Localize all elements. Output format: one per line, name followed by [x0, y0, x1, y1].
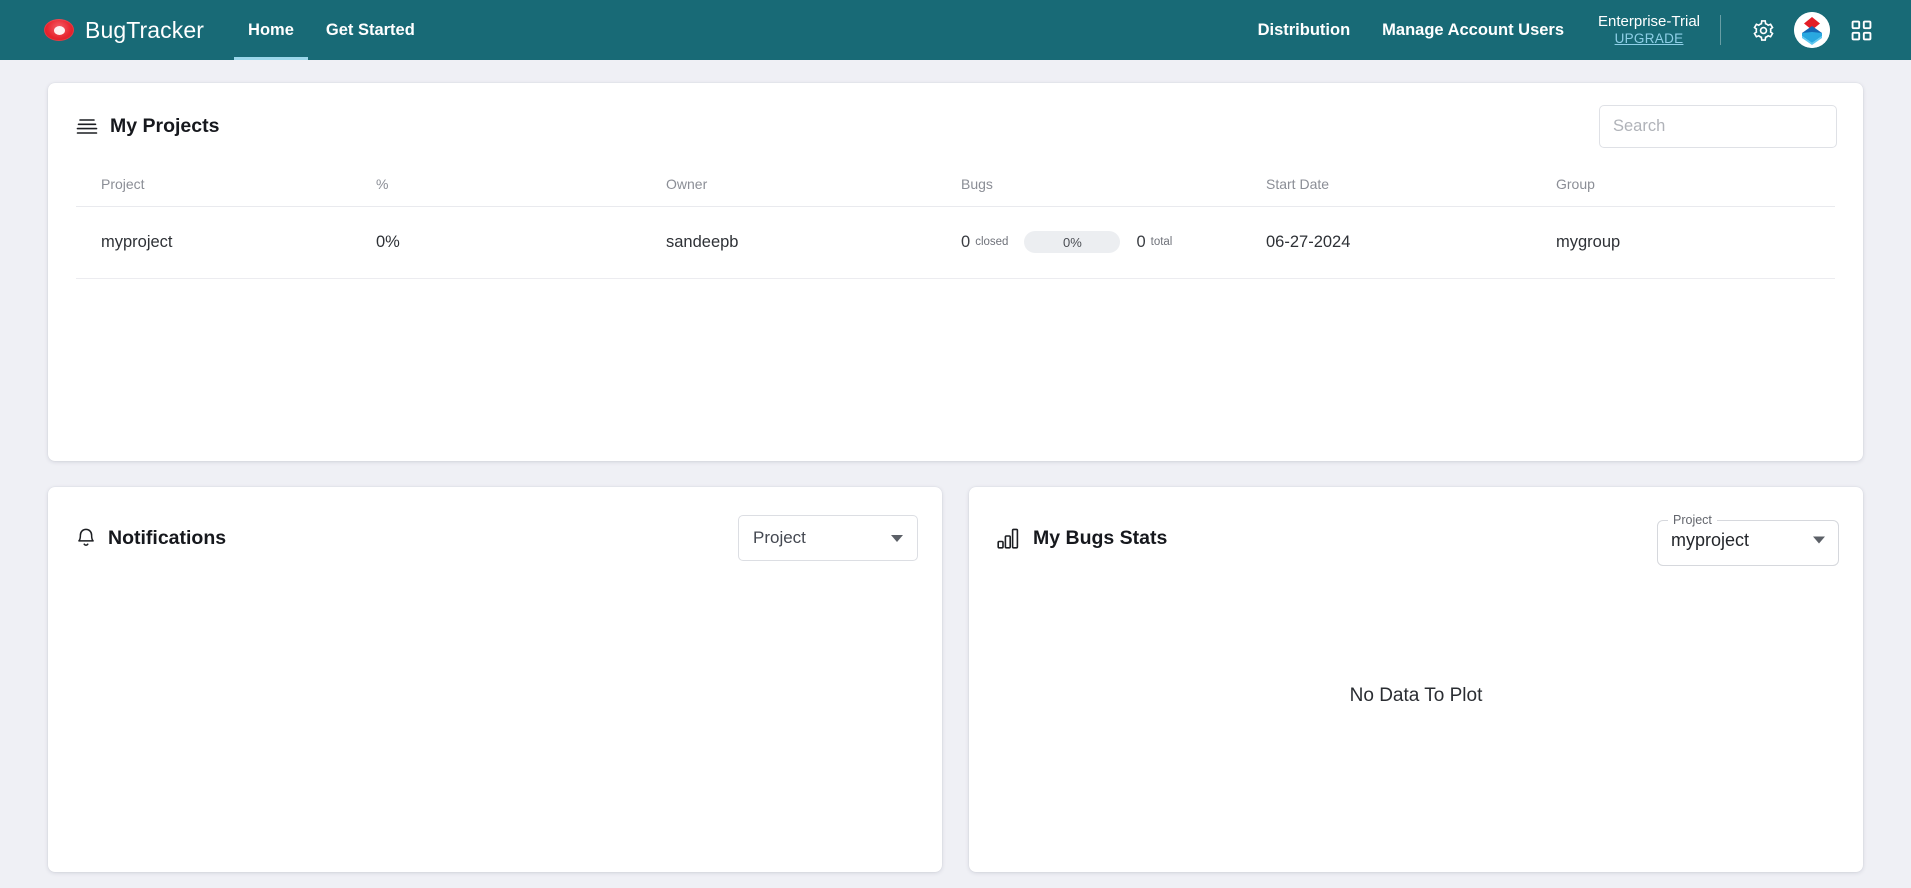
column-header-owner: Owner [666, 176, 961, 207]
table-row[interactable]: myproject 0% sandeepb 0 closed 0% 0 tota… [76, 206, 1835, 279]
plan-info[interactable]: Enterprise-Trial UPGRADE [1598, 13, 1700, 46]
page-title: My Projects [110, 115, 220, 137]
list-lines-icon [76, 118, 98, 136]
bell-icon [76, 527, 96, 549]
cell-percent: 0% [376, 206, 666, 279]
my-bugs-stats-title: My Bugs Stats [1033, 526, 1168, 549]
nav-link-get-started[interactable]: Get Started [310, 0, 431, 60]
column-header-group: Group [1556, 176, 1835, 207]
nav-link-home[interactable]: Home [232, 0, 310, 60]
bugs-closed-count: 0 [961, 232, 971, 251]
my-bugs-stats-header: My Bugs Stats Project myproject [969, 487, 1863, 566]
brand-name: BugTracker [85, 16, 205, 43]
avatar-icon[interactable] [1794, 12, 1830, 48]
bugs-total-label: total [1150, 236, 1173, 248]
my-projects-header: My Projects [48, 83, 1863, 148]
notifications-project-select-value: Project [753, 528, 806, 547]
stats-empty-message: No Data To Plot [1349, 685, 1483, 706]
stats-project-select[interactable]: Project myproject [1657, 514, 1839, 566]
cell-group: mygroup [1556, 206, 1835, 279]
search-input[interactable] [1599, 105, 1837, 148]
bugs-total-count: 0 [1136, 232, 1146, 251]
notifications-title: Notifications [108, 526, 227, 549]
cell-owner: sandeepb [666, 206, 961, 279]
cell-start-date: 06-27-2024 [1266, 206, 1556, 279]
column-header-bugs: Bugs [961, 176, 1266, 207]
apps-grid-icon[interactable] [1844, 13, 1878, 47]
top-navigation-bar: BugTracker Home Get Started Distribution… [0, 0, 1911, 60]
nav-link-distribution[interactable]: Distribution [1242, 0, 1367, 60]
upgrade-link[interactable]: UPGRADE [1598, 31, 1700, 46]
gear-icon[interactable] [1746, 13, 1780, 47]
header-divider [1720, 15, 1721, 45]
plan-name: Enterprise-Trial [1598, 13, 1700, 31]
nav-link-manage-account-users[interactable]: Manage Account Users [1366, 0, 1580, 60]
bugs-progress-bar: 0% [1024, 231, 1121, 253]
brand[interactable]: BugTracker [44, 17, 204, 44]
notifications-panel: Notifications Project [48, 487, 942, 872]
notifications-header: Notifications Project [48, 487, 942, 563]
chevron-down-icon [1813, 536, 1825, 544]
primary-nav: Home Get Started [232, 0, 431, 60]
my-projects-panel: My Projects Project % Owner Bugs Start D… [48, 83, 1863, 461]
bug-oval-icon [44, 19, 74, 41]
chevron-down-icon [891, 534, 903, 542]
notifications-project-select[interactable]: Project [738, 515, 918, 561]
column-header-start-date: Start Date [1266, 176, 1556, 207]
my-bugs-stats-panel: My Bugs Stats Project myproject No Data … [969, 487, 1863, 872]
bottom-panels: Notifications Project My Bugs Stats Proj… [48, 487, 1863, 872]
cell-bugs: 0 closed 0% 0 total [961, 206, 1266, 279]
projects-table: Project % Owner Bugs Start Date Group my… [76, 176, 1835, 279]
table-header-row: Project % Owner Bugs Start Date Group [76, 176, 1835, 207]
column-header-percent: % [376, 176, 666, 207]
bar-chart-icon [997, 528, 1021, 549]
cell-project[interactable]: myproject [76, 206, 376, 279]
top-right-area: Distribution Manage Account Users Enterp… [1242, 0, 1911, 60]
stats-project-select-value: myproject [1671, 529, 1750, 550]
column-header-project: Project [76, 176, 376, 207]
bugs-closed-label: closed [975, 236, 1009, 248]
